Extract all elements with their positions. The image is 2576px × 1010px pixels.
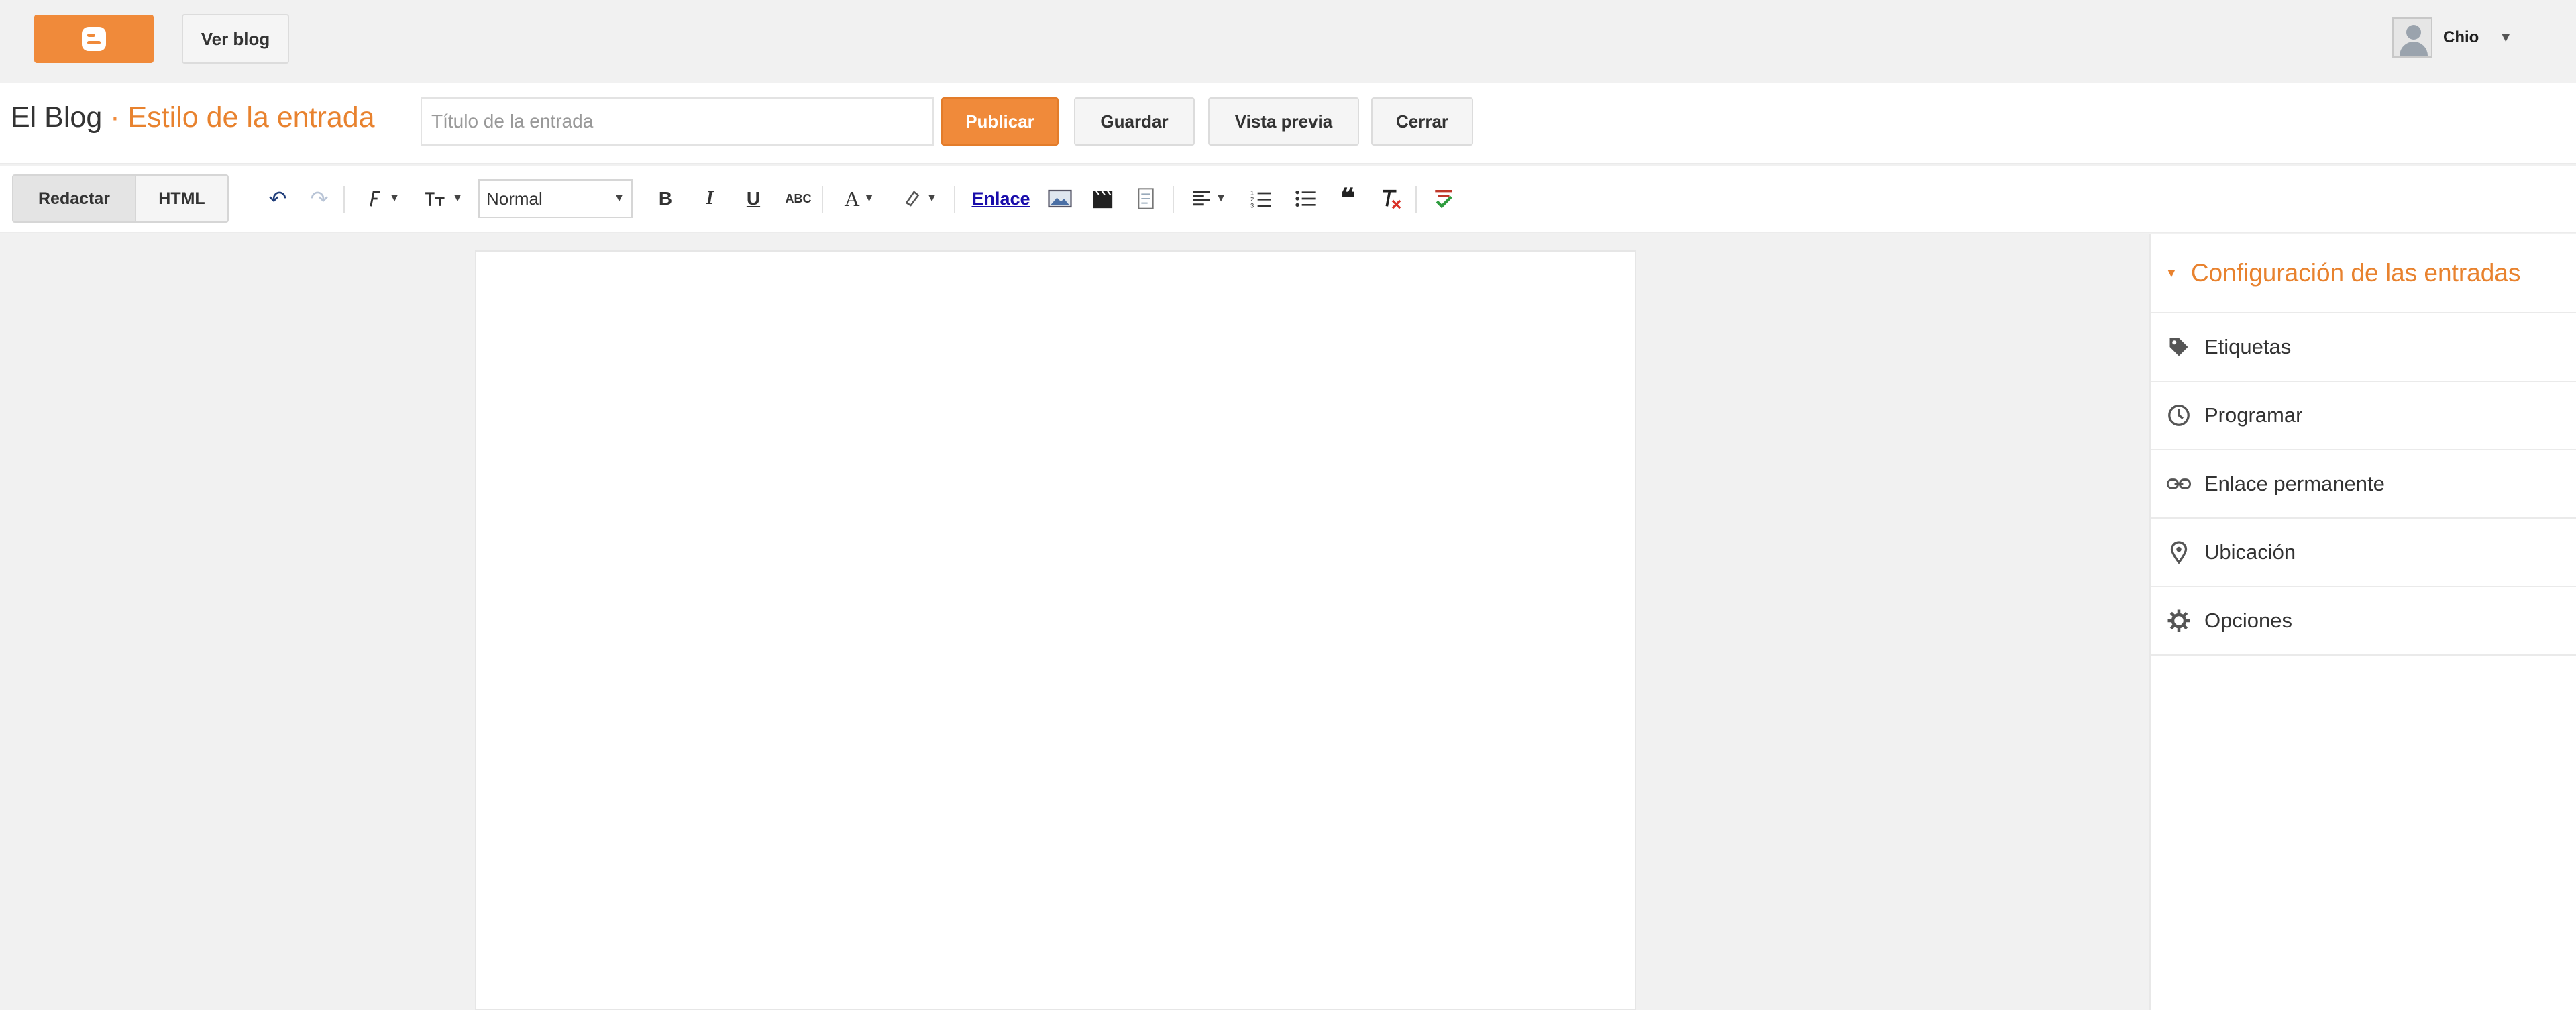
toolbar-divider xyxy=(1173,186,1174,213)
svg-text:3: 3 xyxy=(1250,202,1254,209)
font-family-icon xyxy=(370,191,380,207)
compose-mode-button[interactable]: Redactar xyxy=(12,174,136,223)
align-icon xyxy=(1193,191,1210,206)
post-title-input[interactable] xyxy=(421,97,934,146)
sidebar-item-label: Enlace permanente xyxy=(2204,472,2385,495)
insert-video-button[interactable] xyxy=(1087,179,1119,218)
link-button[interactable]: Enlace xyxy=(966,179,1036,218)
post-settings-sidebar: ▼ Configuración de las entradas Etiqueta… xyxy=(2149,234,2576,1010)
numbered-list-button[interactable]: 123 xyxy=(1245,179,1277,218)
sidebar-item-label: Ubicación xyxy=(2204,540,2296,564)
location-pin-icon xyxy=(2165,539,2192,566)
title-separator: · xyxy=(102,101,128,134)
save-button[interactable]: Guardar xyxy=(1074,97,1195,146)
page-break-icon xyxy=(1138,188,1154,209)
chevron-down-icon[interactable]: ▼ xyxy=(2499,30,2512,46)
editor-toolbar: Redactar HTML ↶ ↷ ▼ ▼ Normal ▼ B I U ABC… xyxy=(0,166,2576,233)
view-blog-button[interactable]: Ver blog xyxy=(182,14,289,64)
sidebar-item-labels[interactable]: Etiquetas xyxy=(2151,313,2576,382)
strikethrough-icon[interactable]: ABC xyxy=(782,179,815,218)
align-button[interactable]: ▼ xyxy=(1183,179,1234,218)
post-title: Estilo de la entrada xyxy=(127,101,375,134)
redo-icon[interactable]: ↷ xyxy=(305,179,334,218)
format-select-value: Normal xyxy=(486,188,543,209)
post-body-editor[interactable] xyxy=(475,250,1636,1010)
link-chain-icon xyxy=(2165,470,2192,497)
highlight-color-icon xyxy=(905,191,920,207)
html-mode-button[interactable]: HTML xyxy=(135,174,229,223)
bold-icon[interactable]: B xyxy=(652,179,679,218)
sidebar-item-schedule[interactable]: Programar xyxy=(2151,382,2576,450)
text-color-button[interactable]: A ▼ xyxy=(835,179,884,218)
avatar[interactable] xyxy=(2392,17,2432,58)
font-size-icon xyxy=(425,192,445,206)
user-menu[interactable]: Chio ▼ xyxy=(2392,17,2512,58)
clock-icon xyxy=(2165,402,2192,429)
toolbar-divider xyxy=(343,186,345,213)
image-icon xyxy=(1048,189,1072,208)
bulleted-list-button[interactable] xyxy=(1289,179,1322,218)
blog-name[interactable]: El Blog xyxy=(11,101,102,134)
link-icon: Enlace xyxy=(971,188,1030,209)
underline-icon[interactable]: U xyxy=(740,179,767,218)
preview-button[interactable]: Vista previa xyxy=(1208,97,1359,146)
toolbar-divider xyxy=(954,186,955,213)
text-color-icon: A xyxy=(844,186,860,211)
sidebar-item-label: Opciones xyxy=(2204,609,2292,632)
blogger-logo[interactable] xyxy=(34,15,154,63)
sidebar-item-options[interactable]: Opciones xyxy=(2151,587,2576,656)
sidebar-item-label: Etiquetas xyxy=(2204,335,2292,358)
font-size-button[interactable]: ▼ xyxy=(415,179,471,218)
video-icon xyxy=(1093,191,1113,209)
font-family-button[interactable]: ▼ xyxy=(354,179,408,218)
page-break-button[interactable] xyxy=(1130,179,1162,218)
gear-icon xyxy=(2165,607,2192,634)
undo-icon[interactable]: ↶ xyxy=(263,179,292,218)
sidebar-item-permalink[interactable]: Enlace permanente xyxy=(2151,450,2576,519)
spellcheck-icon xyxy=(1435,189,1452,209)
toolbar-divider xyxy=(1415,186,1417,213)
page-title: El Blog · Estilo de la entrada xyxy=(11,101,375,134)
italic-icon[interactable]: I xyxy=(696,179,723,218)
toolbar-divider xyxy=(822,186,823,213)
post-settings-title: Configuración de las entradas xyxy=(2190,259,2521,287)
insert-image-button[interactable] xyxy=(1044,179,1076,218)
spellcheck-button[interactable] xyxy=(1426,179,1461,218)
numbered-list-icon: 123 xyxy=(1250,190,1271,209)
format-select[interactable]: Normal ▼ xyxy=(478,179,633,218)
bulleted-list-icon xyxy=(1295,191,1316,207)
remove-formatting-button[interactable] xyxy=(1375,179,1406,218)
top-bar: Ver blog Chio ▼ xyxy=(0,0,2576,83)
chevron-down-icon: ▼ xyxy=(614,193,625,204)
triangle-down-icon: ▼ xyxy=(2165,266,2178,280)
remove-formatting-icon xyxy=(1383,189,1401,209)
publish-button[interactable]: Publicar xyxy=(941,97,1059,146)
close-button[interactable]: Cerrar xyxy=(1371,97,1473,146)
sidebar-item-location[interactable]: Ubicación xyxy=(2151,519,2576,587)
post-header: El Blog · Estilo de la entrada Publicar … xyxy=(0,83,2576,164)
post-settings-header[interactable]: ▼ Configuración de las entradas xyxy=(2151,234,2576,313)
quote-icon[interactable]: ❝ xyxy=(1332,179,1363,218)
highlight-color-button[interactable]: ▼ xyxy=(895,179,945,218)
sidebar-item-label: Programar xyxy=(2204,403,2303,427)
user-name[interactable]: Chio xyxy=(2443,28,2479,47)
blogger-logo-icon xyxy=(82,27,106,51)
tag-icon xyxy=(2165,334,2192,360)
